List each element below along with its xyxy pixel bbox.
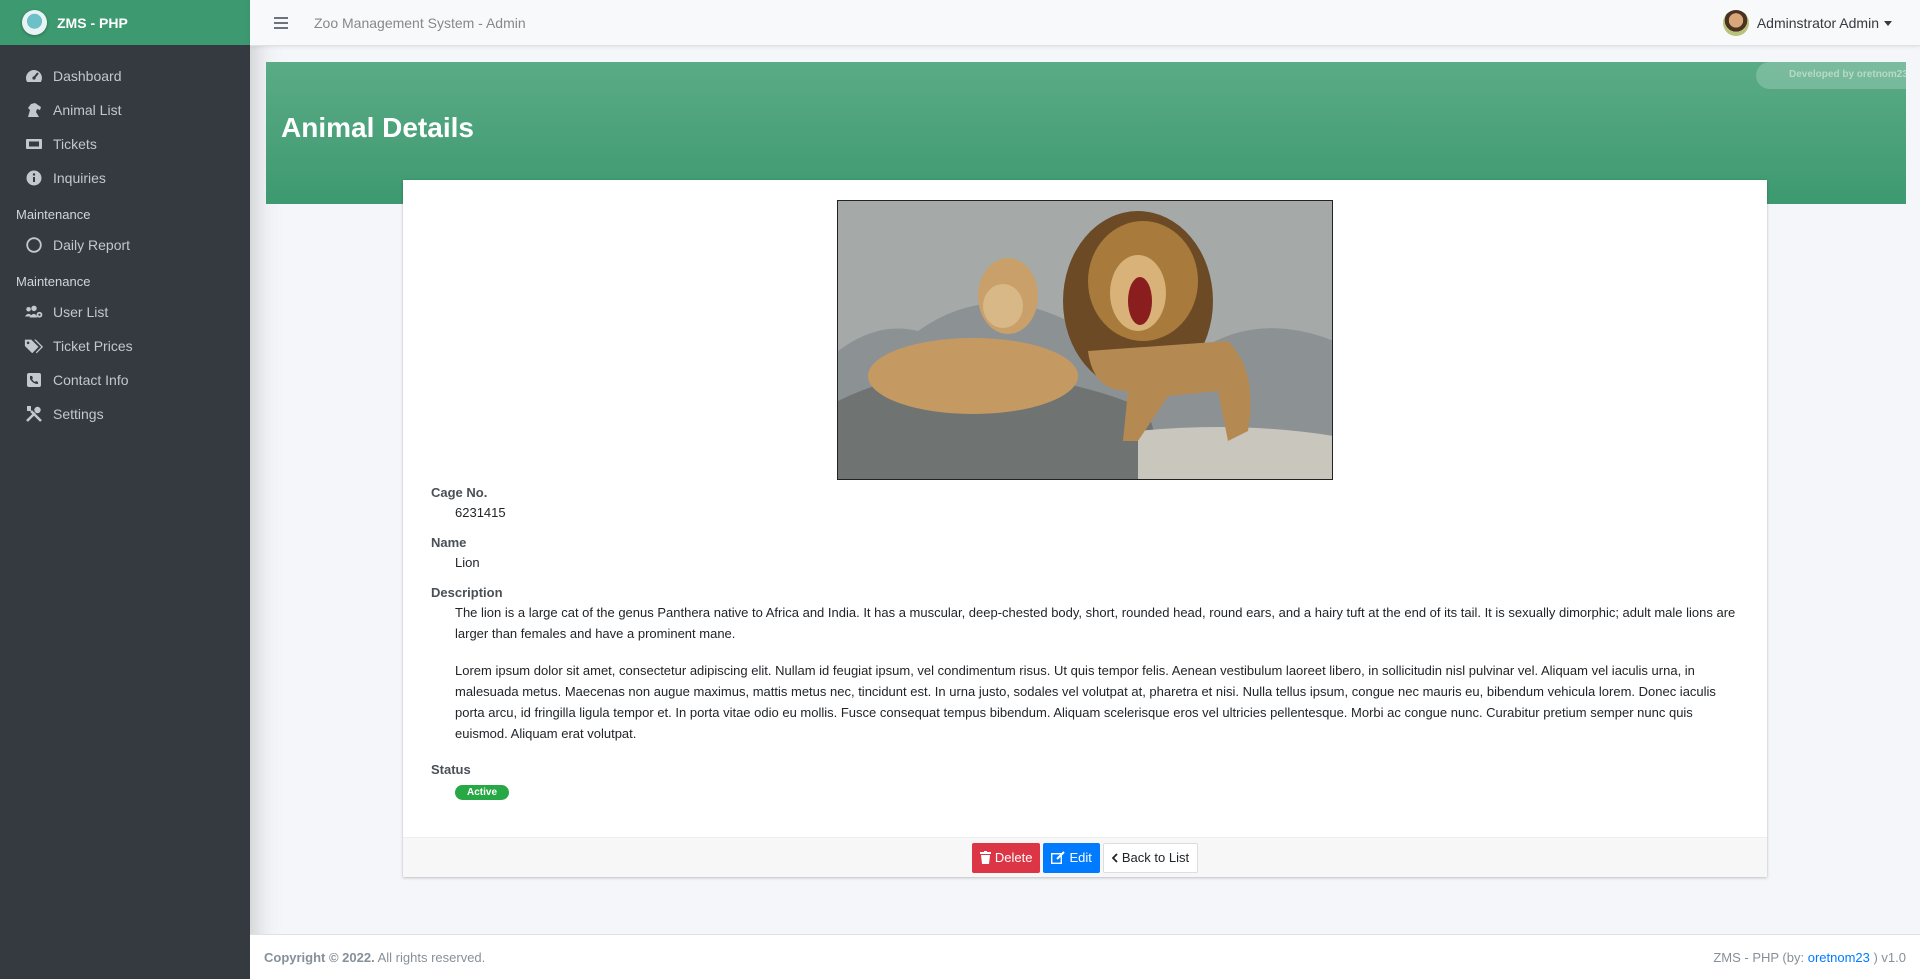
- copyright-year: Copyright © 2022.: [264, 949, 375, 965]
- sidebar: ZMS - PHP Dashboard Animal List Tickets …: [0, 0, 250, 979]
- tools-icon: [24, 405, 44, 423]
- ticket-icon: [24, 135, 44, 153]
- sidebar-item-ticket-prices[interactable]: Ticket Prices: [0, 329, 250, 363]
- developer-credit: Developed by oretnom23: [1756, 62, 1906, 89]
- app-title: Zoo Management System - Admin: [314, 14, 526, 31]
- sidebar-item-daily-report[interactable]: Daily Report: [0, 228, 250, 262]
- edit-button[interactable]: Edit: [1043, 842, 1100, 873]
- tachometer-icon: [24, 67, 44, 85]
- version-text: ) v1.0: [1869, 949, 1906, 965]
- page-title: Animal Details: [281, 112, 474, 143]
- description-paragraph: Lorem ipsum dolor sit amet, consectetur …: [455, 663, 1716, 741]
- menu-toggle-icon[interactable]: [274, 16, 288, 29]
- back-label: Back to List: [1121, 850, 1190, 865]
- copyright-rights: All rights reserved.: [374, 949, 486, 965]
- phone-square-icon: [24, 371, 44, 389]
- name-value: Lion: [455, 555, 480, 570]
- animal-details-card: Cage No. 6231415 Name Lion Description T…: [403, 180, 1767, 877]
- chevron-down-icon: [1884, 20, 1892, 26]
- sidebar-item-user-list[interactable]: User List: [0, 295, 250, 329]
- sidebar-item-label: Settings: [53, 406, 104, 422]
- page-footer: Copyright © 2022. All rights reserved. Z…: [250, 934, 1920, 979]
- name-label: Name: [431, 535, 467, 550]
- sidebar-nav: Dashboard Animal List Tickets Inquiries …: [0, 45, 250, 431]
- trash-icon: [979, 851, 991, 864]
- sidebar-item-contact-info[interactable]: Contact Info: [0, 363, 250, 397]
- users-cog-icon: [24, 303, 44, 321]
- cage-no-label: Cage No.: [431, 485, 488, 500]
- author-link[interactable]: oretnom23: [1808, 950, 1870, 965]
- sidebar-item-label: Animal List: [53, 102, 122, 118]
- app-name: ZMS - PHP (by:: [1713, 949, 1808, 965]
- back-to-list-button[interactable]: Back to List: [1102, 842, 1199, 873]
- avatar: [1722, 10, 1749, 36]
- sidebar-section-header: Maintenance: [16, 207, 91, 222]
- sidebar-item-label: Inquiries: [53, 170, 106, 186]
- edit-icon: [1051, 851, 1066, 864]
- sidebar-item-dashboard[interactable]: Dashboard: [0, 59, 250, 93]
- zoo-logo-icon: [22, 10, 47, 35]
- brand-link[interactable]: ZMS - PHP: [0, 0, 250, 45]
- brand-name: ZMS - PHP: [57, 14, 128, 31]
- sidebar-item-tickets[interactable]: Tickets: [0, 127, 250, 161]
- card-actions: Delete Edit Back to List: [403, 837, 1767, 877]
- sidebar-item-label: Contact Info: [53, 372, 129, 388]
- sidebar-item-settings[interactable]: Settings: [0, 397, 250, 431]
- sidebar-item-label: Dashboard: [53, 68, 122, 84]
- sidebar-section-header: Maintenance: [16, 274, 91, 289]
- description-paragraph: The lion is a large cat of the genus Pan…: [455, 605, 1736, 641]
- horse-icon: [24, 101, 44, 119]
- sidebar-item-label: Ticket Prices: [53, 338, 133, 354]
- info-circle-icon: [24, 169, 44, 187]
- copyright: Copyright © 2022. All rights reserved.: [264, 950, 485, 965]
- circle-icon: [24, 236, 44, 254]
- cage-no-value: 6231415: [455, 505, 506, 520]
- status-badge: Active: [455, 785, 510, 800]
- animal-photo: [837, 200, 1333, 480]
- status-label: Status: [431, 762, 471, 777]
- top-navbar: Zoo Management System - Admin Adminstrat…: [250, 0, 1920, 46]
- app-version: ZMS - PHP (by: oretnom23 ) v1.0: [1713, 950, 1906, 965]
- edit-label: Edit: [1069, 850, 1092, 865]
- description-label: Description: [431, 585, 503, 600]
- sidebar-item-label: Daily Report: [53, 237, 131, 253]
- sidebar-item-animal-list[interactable]: Animal List: [0, 93, 250, 127]
- sidebar-item-label: User List: [53, 304, 109, 320]
- lion-image-illustration: [838, 201, 1332, 479]
- sidebar-item-inquiries[interactable]: Inquiries: [0, 161, 250, 195]
- delete-label: Delete: [994, 850, 1033, 865]
- tags-icon: [24, 337, 44, 355]
- sidebar-item-label: Tickets: [53, 136, 97, 152]
- user-name: Adminstrator Admin: [1756, 15, 1879, 31]
- chevron-left-icon: [1111, 852, 1118, 863]
- user-menu[interactable]: Adminstrator Admin: [1722, 10, 1892, 36]
- delete-button[interactable]: Delete: [971, 842, 1041, 873]
